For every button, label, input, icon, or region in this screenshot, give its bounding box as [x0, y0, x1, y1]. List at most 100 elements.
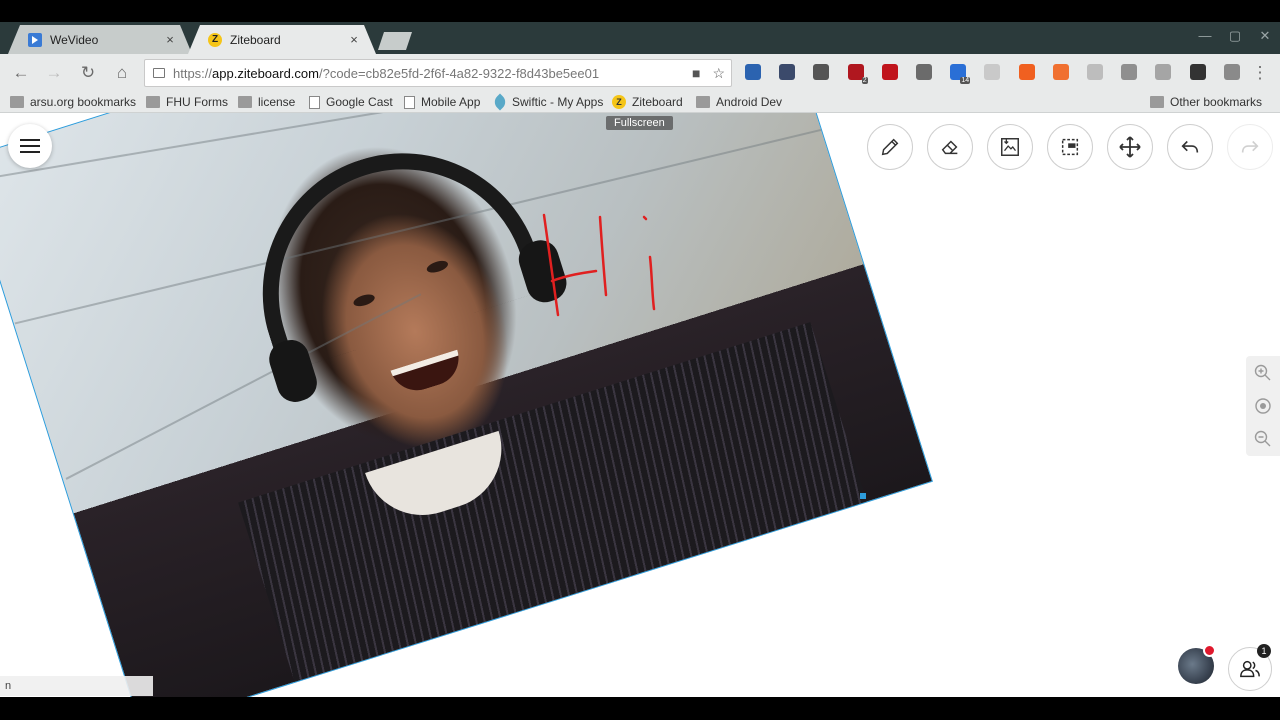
address-bar[interactable]: https://app.ziteboard.com/?code=cb82e5fd… [144, 59, 732, 87]
pencil-icon [881, 138, 899, 156]
ublock-icon[interactable]: 2 [847, 64, 868, 84]
new-tab-button[interactable] [378, 32, 412, 50]
browser-toolbar: ← → ↻ ⌂ https://app.ziteboard.com/?code=… [0, 54, 1280, 91]
calendar-icon[interactable]: 14 [950, 64, 971, 84]
ziteboard-icon: Z [208, 32, 222, 47]
page-icon [404, 95, 415, 109]
reload-icon[interactable]: ↻ [76, 61, 100, 85]
redo-icon [1241, 140, 1259, 153]
users-icon [1240, 660, 1260, 678]
eraser-tool-button[interactable] [927, 124, 973, 170]
extension-badge: 2 [861, 77, 868, 84]
swiftic-icon [491, 93, 509, 111]
tab-strip: WeVideo × Z Ziteboard × — ▢ ✕ [0, 22, 1280, 54]
back-icon[interactable]: ← [9, 61, 33, 85]
home-icon[interactable]: ⌂ [110, 61, 134, 85]
ink-stroke [648, 255, 656, 311]
ink-stroke [598, 215, 608, 297]
extension-badge: 14 [960, 77, 971, 84]
square-ext-icon[interactable] [1155, 64, 1172, 80]
image-tool-button[interactable] [987, 124, 1033, 170]
zoom-out-icon [1254, 430, 1271, 447]
move-tool-button[interactable] [1107, 124, 1153, 170]
page-ext-icon[interactable] [1087, 64, 1103, 80]
forward-icon[interactable]: → [42, 61, 66, 85]
image-icon [1001, 138, 1019, 156]
participant-count-badge: 1 [1257, 644, 1271, 658]
ziteboard-icon: Z [612, 95, 626, 109]
minimize-icon[interactable]: — [1190, 28, 1220, 43]
undo-button[interactable] [1167, 124, 1213, 170]
webcam-photo[interactable] [0, 113, 933, 697]
status-bubble: n [0, 676, 153, 696]
select-icon [1061, 138, 1079, 156]
tab-wevideo[interactable]: WeVideo × [8, 25, 192, 54]
pencil-tool-button[interactable] [867, 124, 913, 170]
page-info-icon[interactable] [153, 68, 165, 78]
redo-button[interactable] [1227, 124, 1273, 170]
bookmark-folder[interactable]: Android Dev [696, 94, 782, 110]
cloud-icon[interactable] [779, 64, 796, 80]
zoom-out-button[interactable] [1254, 430, 1272, 448]
resize-handle[interactable] [860, 493, 866, 499]
handwritten-ink [542, 213, 656, 317]
bulb-icon[interactable] [916, 64, 932, 80]
close-window-icon[interactable]: ✕ [1250, 28, 1280, 44]
screen: WeVideo × Z Ziteboard × — ▢ ✕ ← → ↻ ⌂ ht… [0, 0, 1280, 720]
ink-stroke [642, 215, 648, 221]
chrome-menu-icon[interactable]: ⋮ [1248, 61, 1272, 85]
folder-icon [696, 96, 710, 108]
menu-icon [20, 139, 40, 153]
page-icon [309, 95, 320, 109]
wevideo-icon [28, 32, 42, 47]
face-mouth [390, 349, 466, 398]
url-text: https://app.ziteboard.com/?code=cb82e5fd… [173, 65, 600, 81]
ink-stroke [542, 213, 560, 317]
camera-icon[interactable]: ■ [692, 65, 700, 82]
zoom-in-button[interactable] [1254, 364, 1272, 382]
tab-title: Ziteboard [230, 32, 281, 47]
folder-icon [10, 96, 24, 108]
fire-icon[interactable] [1018, 64, 1035, 80]
lock-ext-icon[interactable] [881, 64, 898, 80]
participants-button[interactable]: 1 [1228, 644, 1272, 691]
reel-icon[interactable] [1189, 64, 1206, 80]
maximize-icon[interactable]: ▢ [1220, 28, 1250, 44]
clock-icon[interactable] [1121, 64, 1138, 80]
send-icon[interactable] [1223, 64, 1240, 80]
tab-title: WeVideo [50, 32, 99, 47]
fullscreen-tooltip: Fullscreen [606, 116, 673, 130]
n-icon[interactable] [745, 64, 761, 80]
bookmark-link[interactable]: Google Cast [309, 94, 393, 110]
zoom-in-icon [1254, 364, 1271, 381]
puzzle-icon[interactable] [1052, 64, 1069, 80]
whiteboard-canvas[interactable]: Fullscreen 1 n [0, 113, 1280, 697]
other-bookmarks[interactable]: Other bookmarks [1150, 94, 1262, 110]
bookmark-link[interactable]: Swiftic - My Apps [491, 93, 603, 111]
bookmark-link[interactable]: Mobile App [404, 94, 480, 110]
tab-ziteboard[interactable]: Z Ziteboard × [188, 25, 376, 54]
ink-stroke [550, 269, 598, 283]
tab-close-icon[interactable]: × [344, 32, 364, 47]
folder-icon [238, 96, 252, 108]
striped-shirt [238, 322, 871, 694]
zoom-reset-button[interactable] [1254, 397, 1272, 415]
bookmark-folder[interactable]: FHU Forms [146, 94, 228, 110]
target-icon [1255, 398, 1271, 414]
bookmark-folder[interactable]: license [238, 94, 295, 110]
bookmark-folder[interactable]: arsu.org bookmarks [10, 94, 136, 110]
tab-close-icon[interactable]: × [160, 32, 180, 47]
move-icon [1119, 136, 1141, 158]
film-icon[interactable] [813, 64, 830, 80]
bookmark-star-icon[interactable]: ☆ [712, 65, 725, 82]
notification-dot [1203, 644, 1216, 657]
zoom-controls [1246, 356, 1280, 456]
select-tool-button[interactable] [1047, 124, 1093, 170]
folder-icon [146, 96, 160, 108]
eraser-icon [941, 140, 958, 155]
folder-icon [1150, 96, 1164, 108]
user-avatar[interactable] [1178, 644, 1216, 684]
doc-icon[interactable] [984, 64, 1001, 80]
hamburger-menu-button[interactable] [8, 124, 52, 168]
bookmark-link[interactable]: Z Ziteboard [612, 94, 683, 110]
